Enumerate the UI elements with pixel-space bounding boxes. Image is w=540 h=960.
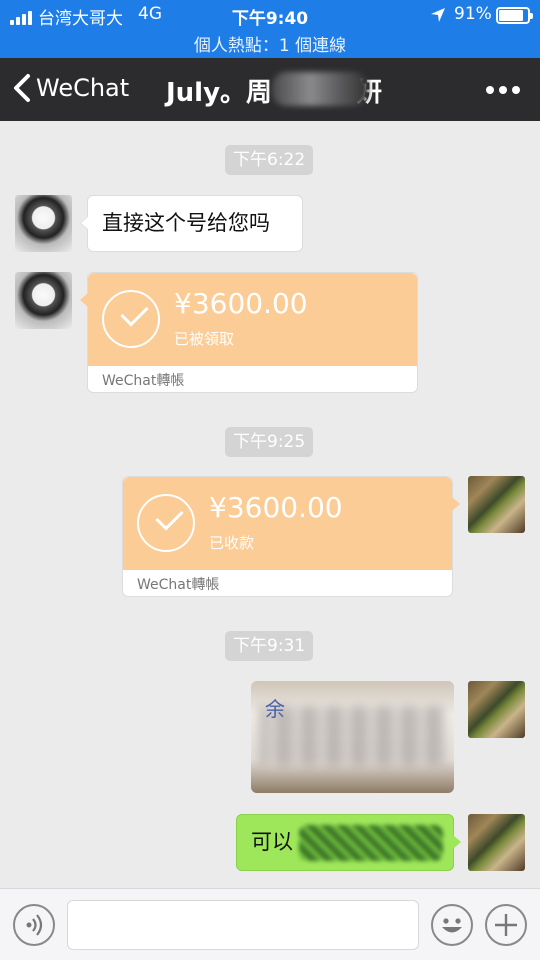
input-bar — [0, 888, 540, 960]
timestamp: 下午9:31 — [225, 631, 314, 661]
back-button[interactable]: WeChat — [12, 73, 129, 103]
contact-avatar[interactable] — [15, 272, 72, 329]
contact-avatar[interactable] — [15, 195, 72, 252]
transfer-footer: WeChat轉帳 — [137, 577, 220, 593]
message-redaction — [299, 825, 443, 861]
checkmark-circle-icon — [102, 290, 160, 348]
timestamp: 下午6:22 — [225, 145, 314, 175]
chevron-left-icon — [14, 74, 30, 102]
transfer-card-received[interactable]: ¥3600.00 已被領取 WeChat轉帳 — [80, 272, 418, 393]
status-bar: 台湾大哥大 4G 下午9:40 91% 個人熱點：1 個連線 — [0, 0, 540, 58]
received-message-bubble[interactable]: 直接这个号给您吗 — [80, 195, 303, 252]
photo-redaction — [259, 706, 444, 766]
my-avatar[interactable] — [468, 814, 525, 871]
chat-nav-bar: WeChat July。周妍 — [0, 58, 540, 121]
status-row: 台湾大哥大 4G 下午9:40 91% — [0, 4, 540, 29]
sent-message-text: 可以 — [251, 830, 293, 854]
back-label: WeChat — [36, 74, 130, 102]
battery-icon — [496, 7, 533, 24]
transfer-card-sent[interactable]: ¥3600.00 已收款 WeChat轉帳 — [122, 476, 460, 597]
voice-icon — [26, 914, 43, 936]
transfer-amount: ¥3600.00 — [209, 491, 343, 524]
timestamp: 下午9:25 — [225, 427, 314, 457]
location-arrow-icon — [431, 8, 445, 22]
hotspot-banner[interactable]: 個人熱點：1 個連線 — [0, 31, 540, 56]
message-input[interactable] — [67, 900, 419, 950]
transfer-status: 已被領取 — [174, 330, 235, 348]
transfer-footer: WeChat轉帳 — [102, 373, 185, 389]
more-options-button[interactable] — [486, 86, 520, 94]
my-avatar[interactable] — [468, 476, 525, 533]
battery-percent: 91% — [454, 4, 492, 24]
redacted-name — [272, 72, 368, 106]
photo-handwriting: 余 — [265, 697, 285, 721]
sent-photo[interactable]: 余 — [251, 681, 454, 793]
voice-input-button[interactable] — [13, 904, 55, 946]
chat-title-start: July。周 — [166, 78, 273, 108]
emoji-button[interactable] — [431, 904, 473, 946]
transfer-status: 已收款 — [209, 534, 255, 552]
my-avatar[interactable] — [468, 681, 525, 738]
more-functions-button[interactable] — [485, 904, 527, 946]
sent-message-bubble[interactable]: 可以 — [236, 814, 461, 871]
checkmark-circle-icon — [137, 494, 195, 552]
plus-icon — [495, 914, 517, 936]
transfer-amount: ¥3600.00 — [174, 287, 308, 320]
smiley-icon — [442, 918, 462, 933]
